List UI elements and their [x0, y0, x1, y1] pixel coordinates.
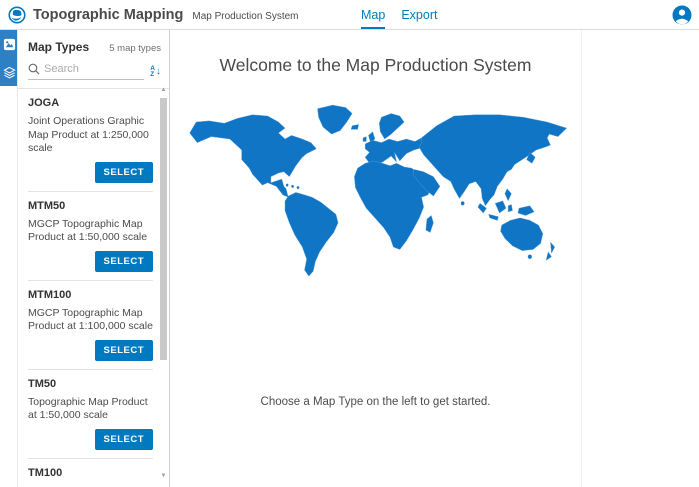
select-button-mtm100[interactable]: SELECT	[95, 340, 153, 361]
list-item-mtm50: MTM50 MGCP Topographic Map Product at 1:…	[28, 192, 153, 281]
map-type-description: MGCP Topographic Map Product at 1:50,000…	[28, 218, 153, 245]
search-field	[28, 63, 144, 80]
sort-az-icon[interactable]: A Z ↓	[150, 66, 161, 80]
instruction-text: Choose a Map Type on the left to get sta…	[170, 396, 581, 408]
page-title: Welcome to the Map Production System	[170, 30, 581, 76]
header-tabs: Map Export	[361, 0, 437, 30]
layers-icon[interactable]	[0, 58, 18, 86]
tab-export[interactable]: Export	[401, 0, 437, 30]
list-item-joga: JOGA Joint Operations Graphic Map Produc…	[28, 89, 153, 192]
map-type-description: Joint Operations Graphic Map Product at …	[28, 115, 153, 156]
map-type-count: 5 map types	[109, 43, 161, 54]
action-bar	[0, 30, 18, 487]
map-panel-icon[interactable]	[0, 30, 18, 58]
map-type-name: JOGA	[28, 97, 153, 109]
list-item-tm100: TM100	[28, 459, 153, 487]
app-header: Topographic Mapping Map Production Syste…	[0, 0, 699, 30]
map-type-name: TM50	[28, 378, 153, 390]
scrollbar-thumb[interactable]	[160, 98, 167, 360]
scroll-up-icon[interactable]: ▲	[159, 86, 168, 94]
app-subtitle: Map Production System	[192, 11, 298, 22]
map-type-description: MGCP Topographic Map Product at 1:100,00…	[28, 307, 153, 334]
select-button-joga[interactable]: SELECT	[95, 162, 153, 183]
map-types-panel: Map Types 5 map types A Z ↓	[18, 30, 170, 487]
globe-icon	[8, 6, 26, 24]
app-title: Topographic Mapping	[33, 7, 183, 23]
map-type-description: Topographic Map Product at 1:50,000 scal…	[28, 396, 153, 423]
map-type-name: MTM100	[28, 289, 153, 301]
tab-map[interactable]: Map	[361, 0, 385, 30]
select-button-mtm50[interactable]: SELECT	[95, 251, 153, 272]
search-input[interactable]	[44, 63, 134, 75]
list-item-tm50: TM50 Topographic Map Product at 1:50,000…	[28, 370, 153, 459]
list-item-mtm100: MTM100 MGCP Topographic Map Product at 1…	[28, 281, 153, 370]
panel-title: Map Types	[28, 40, 89, 54]
main-area: Welcome to the Map Production System	[170, 30, 699, 487]
select-button-tm50[interactable]: SELECT	[95, 429, 153, 450]
welcome-screen: Welcome to the Map Production System	[170, 30, 582, 487]
sidebar-scrollbar: ▲ ▼	[159, 86, 168, 480]
world-map-image	[170, 99, 581, 286]
map-type-name: MTM50	[28, 200, 153, 212]
map-type-list: JOGA Joint Operations Graphic Map Produc…	[18, 89, 169, 487]
user-avatar-icon[interactable]	[672, 5, 692, 25]
search-icon	[28, 63, 40, 75]
scroll-down-icon[interactable]: ▼	[159, 472, 168, 480]
map-type-name: TM100	[28, 467, 153, 479]
